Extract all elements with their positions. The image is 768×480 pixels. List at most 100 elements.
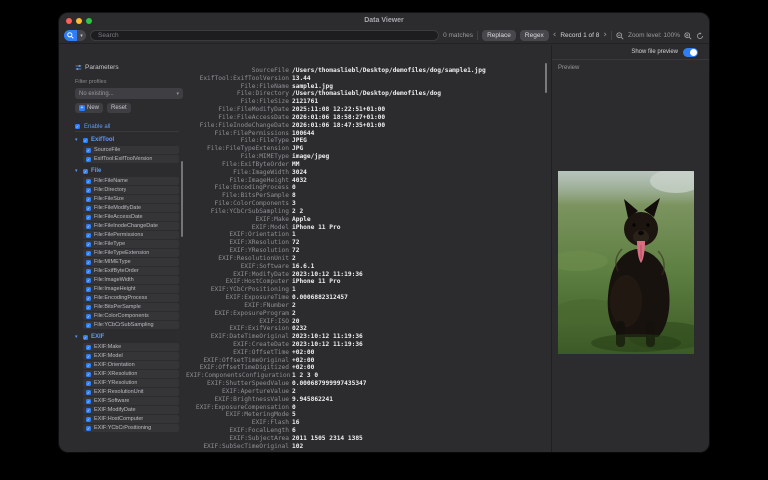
previous-record-button[interactable]: ‹ <box>553 31 557 40</box>
enable-all-row[interactable]: ✓ Enable all <box>75 122 179 132</box>
sidebar-item[interactable]: ✓File:EncodingProcess <box>83 294 179 302</box>
record-value: 0 <box>292 184 296 192</box>
checkbox-checked[interactable]: ✓ <box>83 169 88 174</box>
chevron-down-icon[interactable]: ▾ <box>75 137 80 143</box>
sidebar-item[interactable]: ✓EXIF:ModifyDate <box>83 406 179 414</box>
sidebar-item[interactable]: ✓EXIF:Make <box>83 343 179 351</box>
sidebar-item[interactable]: ✓File:FileTypeExtension <box>83 249 179 257</box>
sidebar-item[interactable]: ✓File:FileType <box>83 240 179 248</box>
checkbox-checked[interactable]: ✓ <box>86 314 91 319</box>
sidebar-item[interactable]: ✓EXIF:YResolution <box>83 379 179 387</box>
sidebar-item[interactable]: ✓File:ColorComponents <box>83 312 179 320</box>
record-row: File:FileSize2121761 <box>186 98 551 106</box>
checkbox-checked[interactable]: ✓ <box>86 323 91 328</box>
checkbox-checked[interactable]: ✓ <box>86 426 91 431</box>
sidebar-item-label: File:FileType <box>94 241 125 247</box>
regex-button[interactable]: Regex <box>520 30 549 41</box>
checkbox-checked[interactable]: ✓ <box>86 363 91 368</box>
main-scrollbar[interactable] <box>545 63 547 93</box>
checkbox-checked[interactable]: ✓ <box>75 124 80 129</box>
checkbox-checked[interactable]: ✓ <box>86 215 91 220</box>
checkbox-checked[interactable]: ✓ <box>86 224 91 229</box>
checkbox-checked[interactable]: ✓ <box>86 305 91 310</box>
sidebar-group-exiftool[interactable]: ▾✓ExifTool <box>75 134 179 146</box>
checkbox-checked[interactable]: ✓ <box>83 335 88 340</box>
checkbox-checked[interactable]: ✓ <box>86 390 91 395</box>
new-profile-button[interactable]: + New <box>75 103 103 113</box>
sidebar-item[interactable]: ✓File:Directory <box>83 186 179 194</box>
search-scope-button[interactable]: ▾ <box>64 30 86 41</box>
sidebar-item[interactable]: ✓File:FileName <box>83 177 179 185</box>
sidebar-item[interactable]: ✓File:ImageWidth <box>83 276 179 284</box>
record-row: SourceFile/Users/thomasliebl/Desktop/dem… <box>186 67 551 75</box>
sidebar-item[interactable]: ✓EXIF:Software <box>83 397 179 405</box>
checkbox-checked[interactable]: ✓ <box>86 372 91 377</box>
checkbox-checked[interactable]: ✓ <box>86 399 91 404</box>
checkbox-checked[interactable]: ✓ <box>86 242 91 247</box>
sidebar-group-file[interactable]: ▾✓File <box>75 165 179 177</box>
reset-zoom-icon[interactable] <box>696 32 704 40</box>
record-key: EXIF:FNumber <box>186 302 292 310</box>
sidebar-item[interactable]: ✓File:FileInodeChangeDate <box>83 222 179 230</box>
checkbox-checked[interactable]: ✓ <box>86 251 91 256</box>
record-row: EXIF:CreateDate2023:10:12 11:19:36 <box>186 341 551 349</box>
reset-profile-button[interactable]: Reset <box>107 103 131 113</box>
next-record-button[interactable]: › <box>603 31 607 40</box>
record-row: EXIF:ModeliPhone 11 Pro <box>186 224 551 232</box>
checkbox-checked[interactable]: ✓ <box>86 188 91 193</box>
record-row: EXIF:SubjectArea2011 1505 2314 1385 <box>186 435 551 443</box>
checkbox-checked[interactable]: ✓ <box>86 287 91 292</box>
sidebar-scrollbar[interactable] <box>181 161 183 237</box>
checkbox-checked[interactable]: ✓ <box>86 197 91 202</box>
record-row: EXIF:ExposureProgram2 <box>186 310 551 318</box>
sidebar-item[interactable]: ✓File:YCbCrSubSampling <box>83 321 179 329</box>
sidebar-item[interactable]: ✓SourceFile <box>83 146 179 154</box>
sidebar-item[interactable]: ✓ExifTool:ExifToolVersion <box>83 155 179 163</box>
sidebar-item[interactable]: ✓File:FilePermissions <box>83 231 179 239</box>
checkbox-checked[interactable]: ✓ <box>86 296 91 301</box>
sidebar-item[interactable]: ✓File:FileAccessDate <box>83 213 179 221</box>
checkbox-checked[interactable]: ✓ <box>86 278 91 283</box>
sidebar-item[interactable]: ✓EXIF:Model <box>83 352 179 360</box>
sidebar-item[interactable]: ✓EXIF:HostComputer <box>83 415 179 423</box>
checkbox-checked[interactable]: ✓ <box>86 269 91 274</box>
sidebar-item[interactable]: ✓File:ImageHeight <box>83 285 179 293</box>
search-input[interactable] <box>90 30 439 41</box>
checkbox-checked[interactable]: ✓ <box>86 345 91 350</box>
checkbox-checked[interactable]: ✓ <box>86 179 91 184</box>
checkbox-checked[interactable]: ✓ <box>86 233 91 238</box>
checkbox-checked[interactable]: ✓ <box>86 260 91 265</box>
replace-button[interactable]: Replace <box>482 30 516 41</box>
sidebar-group-exif[interactable]: ▾✓EXIF <box>75 331 179 343</box>
profile-select[interactable]: No existing... ▾ <box>75 88 183 99</box>
checkbox-checked[interactable]: ✓ <box>86 354 91 359</box>
checkbox-checked[interactable]: ✓ <box>86 157 91 162</box>
sidebar-groups: ▾✓ExifTool✓SourceFile✓ExifTool:ExifToolV… <box>75 134 179 432</box>
chevron-down-icon[interactable]: ▾ <box>75 334 80 340</box>
zoom-out-icon[interactable] <box>616 32 624 40</box>
checkbox-checked[interactable]: ✓ <box>86 381 91 386</box>
titlebar[interactable]: Data Viewer <box>59 13 709 28</box>
sidebar-item[interactable]: ✓File:FileModifyDate <box>83 204 179 212</box>
chevron-down-icon[interactable]: ▾ <box>75 168 80 174</box>
checkbox-checked[interactable]: ✓ <box>86 417 91 422</box>
record-row: EXIF:ComponentsConfiguration1 2 3 0 <box>186 372 551 380</box>
dog-photo <box>558 171 694 354</box>
record-row: File:FileModifyDate2025:11:08 12:22:51+0… <box>186 106 551 114</box>
checkbox-checked[interactable]: ✓ <box>86 148 91 153</box>
sidebar-item[interactable]: ✓File:ExifByteOrder <box>83 267 179 275</box>
record-row: EXIF:ApertureValue2 <box>186 388 551 396</box>
checkbox-checked[interactable]: ✓ <box>86 206 91 211</box>
show-file-preview-toggle[interactable] <box>683 48 698 57</box>
sidebar-item[interactable]: ✓File:FileSize <box>83 195 179 203</box>
sidebar-item[interactable]: ✓EXIF:XResolution <box>83 370 179 378</box>
zoom-in-icon[interactable] <box>684 32 692 40</box>
chevron-down-icon[interactable]: ▾ <box>77 30 86 41</box>
sidebar-item[interactable]: ✓File:BitsPerSample <box>83 303 179 311</box>
sidebar-item[interactable]: ✓EXIF:ResolutionUnit <box>83 388 179 396</box>
checkbox-checked[interactable]: ✓ <box>86 408 91 413</box>
sidebar-item[interactable]: ✓EXIF:Orientation <box>83 361 179 369</box>
sidebar-item[interactable]: ✓File:MIMEType <box>83 258 179 266</box>
checkbox-checked[interactable]: ✓ <box>83 138 88 143</box>
sidebar-item[interactable]: ✓EXIF:YCbCrPositioning <box>83 424 179 432</box>
